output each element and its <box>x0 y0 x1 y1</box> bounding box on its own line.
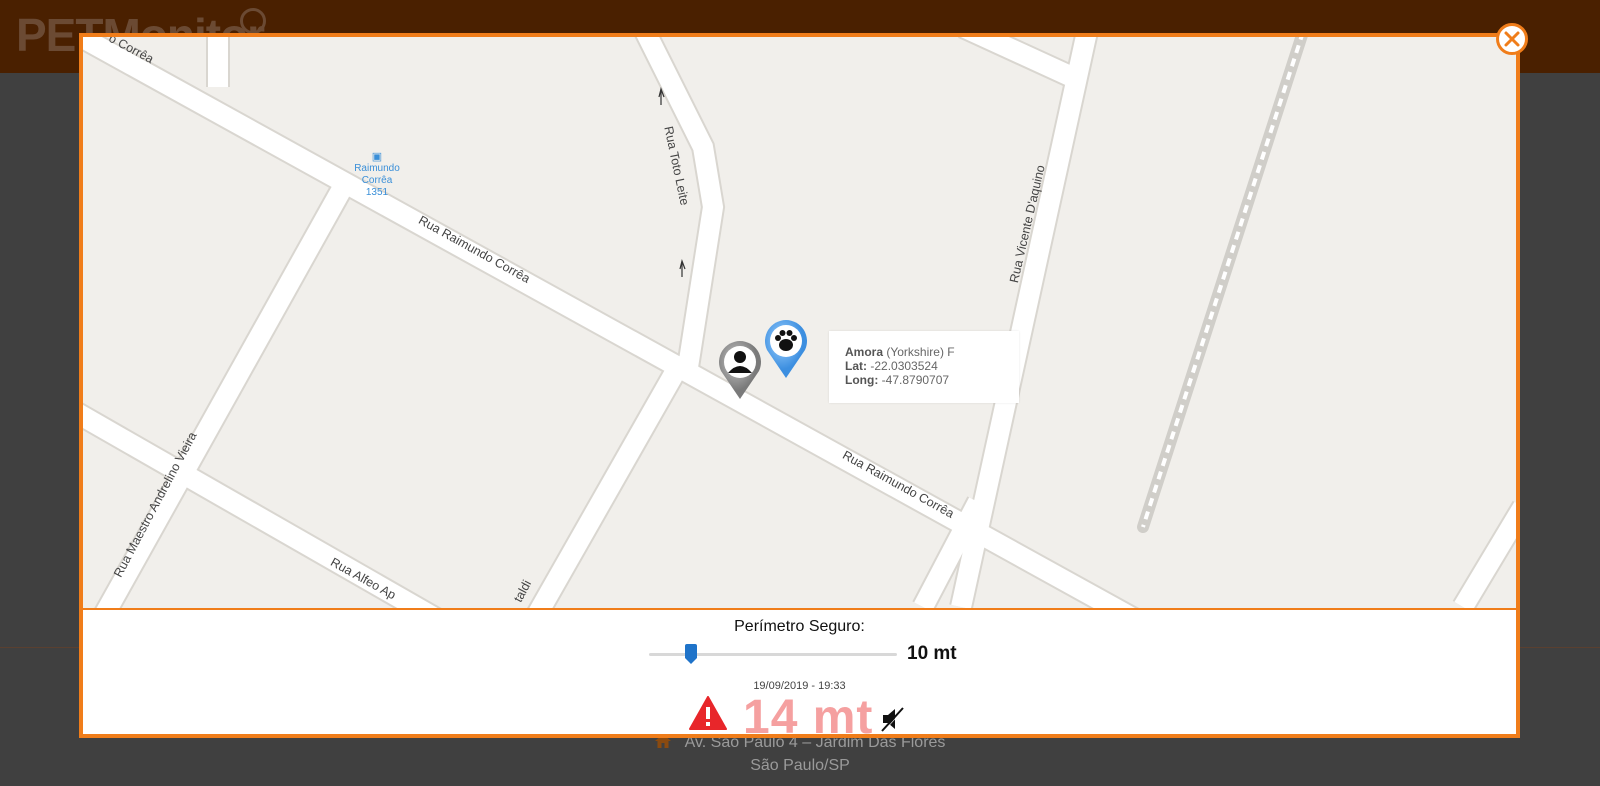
close-icon <box>1504 31 1520 47</box>
perimeter-title: Perímetro Seguro: <box>734 618 865 635</box>
bus-stop-name-line2: Corrêa <box>361 175 393 186</box>
long-label: Long: <box>845 373 879 387</box>
pet-name: Amora <box>845 345 884 359</box>
close-modal-button[interactable] <box>1496 23 1528 55</box>
perimeter-value: 10 mt <box>907 643 957 664</box>
lat-value: -22.0303524 <box>870 359 938 373</box>
distance-value: 14 mt <box>743 691 874 744</box>
perimeter-slider-thumb[interactable] <box>685 644 698 664</box>
map-modal: Rua Raimundo Corrêa Rua Raimundo Corrêa … <box>79 33 1520 744</box>
pet-breed: (Yorkshire) F <box>886 345 955 359</box>
pet-info-window: Amora (Yorkshire) F Lat: -22.0303524 Lon… <box>829 331 1019 403</box>
warning-icon <box>689 696 727 730</box>
bus-icon: ▣ <box>371 151 383 163</box>
pet-location-marker[interactable] <box>763 320 809 380</box>
bus-stop-number: 1351 <box>365 187 389 198</box>
logo-trademark-icon <box>240 8 266 34</box>
footer-address-line2: São Paulo/SP <box>750 757 850 774</box>
owner-location-marker[interactable] <box>717 341 763 401</box>
bus-stop[interactable]: ▣ Raimundo Corrêa 1351 <box>351 151 403 199</box>
sound-muted-icon[interactable] <box>879 705 907 733</box>
perimeter-panel: Perímetro Seguro: 10 mt 19/09/2019 - 19:… <box>83 610 1516 744</box>
lat-label: Lat: <box>845 359 867 373</box>
map-view[interactable]: Rua Raimundo Corrêa Rua Raimundo Corrêa … <box>83 37 1516 608</box>
bus-stop-name-line1: Raimundo <box>354 163 400 174</box>
long-value: -47.8790707 <box>881 373 950 387</box>
